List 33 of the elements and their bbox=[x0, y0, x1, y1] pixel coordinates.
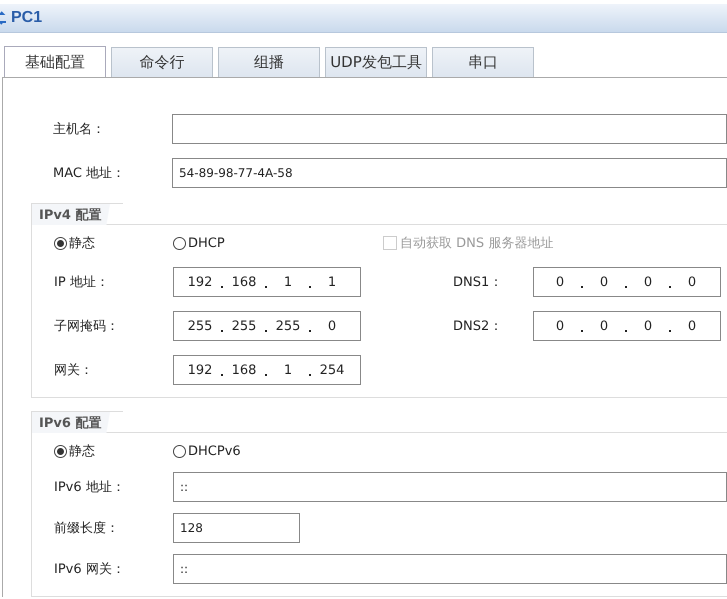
ip-address-field[interactable]: 192 168 1 1 bbox=[173, 267, 361, 297]
radio-button[interactable]: 静态 bbox=[54, 234, 173, 252]
field-label: IPv6 地址： bbox=[54, 479, 126, 496]
text-field[interactable]: 128 bbox=[173, 513, 300, 543]
ip-address-field[interactable]: 0 0 0 0 bbox=[533, 311, 721, 341]
text-field[interactable]: :: bbox=[173, 472, 727, 502]
refresh-icon bbox=[0, 11, 7, 25]
text-field[interactable] bbox=[172, 114, 727, 144]
radio-button[interactable]: DHCP bbox=[173, 236, 225, 250]
radio-button[interactable]: DHCPv6 bbox=[173, 444, 241, 458]
field-label: MAC 地址： bbox=[53, 165, 126, 182]
field-label: IPv6 网关： bbox=[54, 561, 126, 578]
ip-address-field[interactable]: 255 255 255 0 bbox=[173, 311, 361, 341]
tab[interactable]: UDP发包工具 bbox=[325, 47, 427, 77]
tab[interactable]: 命令行 bbox=[111, 47, 213, 77]
field-label: 子网掩码： bbox=[54, 318, 120, 335]
field-label: DNS2： bbox=[453, 318, 504, 335]
ip-address-field[interactable]: 192 168 1 254 bbox=[173, 355, 361, 385]
window-title: PC1 bbox=[11, 9, 42, 27]
group-legend: IPv4 配置 bbox=[31, 203, 124, 225]
radio-button[interactable]: 静态 bbox=[54, 442, 173, 460]
group-legend: IPv6 配置 bbox=[31, 411, 124, 433]
field-label: DNS1： bbox=[453, 274, 504, 291]
field-label: 前缀长度： bbox=[54, 520, 120, 537]
field-label: 主机名： bbox=[53, 121, 106, 138]
tab[interactable]: 基础配置 bbox=[4, 46, 106, 77]
ip-address-field[interactable]: 0 0 0 0 bbox=[533, 267, 721, 297]
text-field[interactable]: 54-89-98-77-4A-58 bbox=[172, 158, 727, 188]
field-label: 网关： bbox=[54, 362, 94, 379]
tab[interactable]: 串口 bbox=[432, 47, 534, 77]
text-field[interactable]: :: bbox=[173, 554, 727, 584]
tab[interactable]: 组播 bbox=[218, 47, 320, 77]
field-label: IP 地址： bbox=[54, 274, 110, 291]
